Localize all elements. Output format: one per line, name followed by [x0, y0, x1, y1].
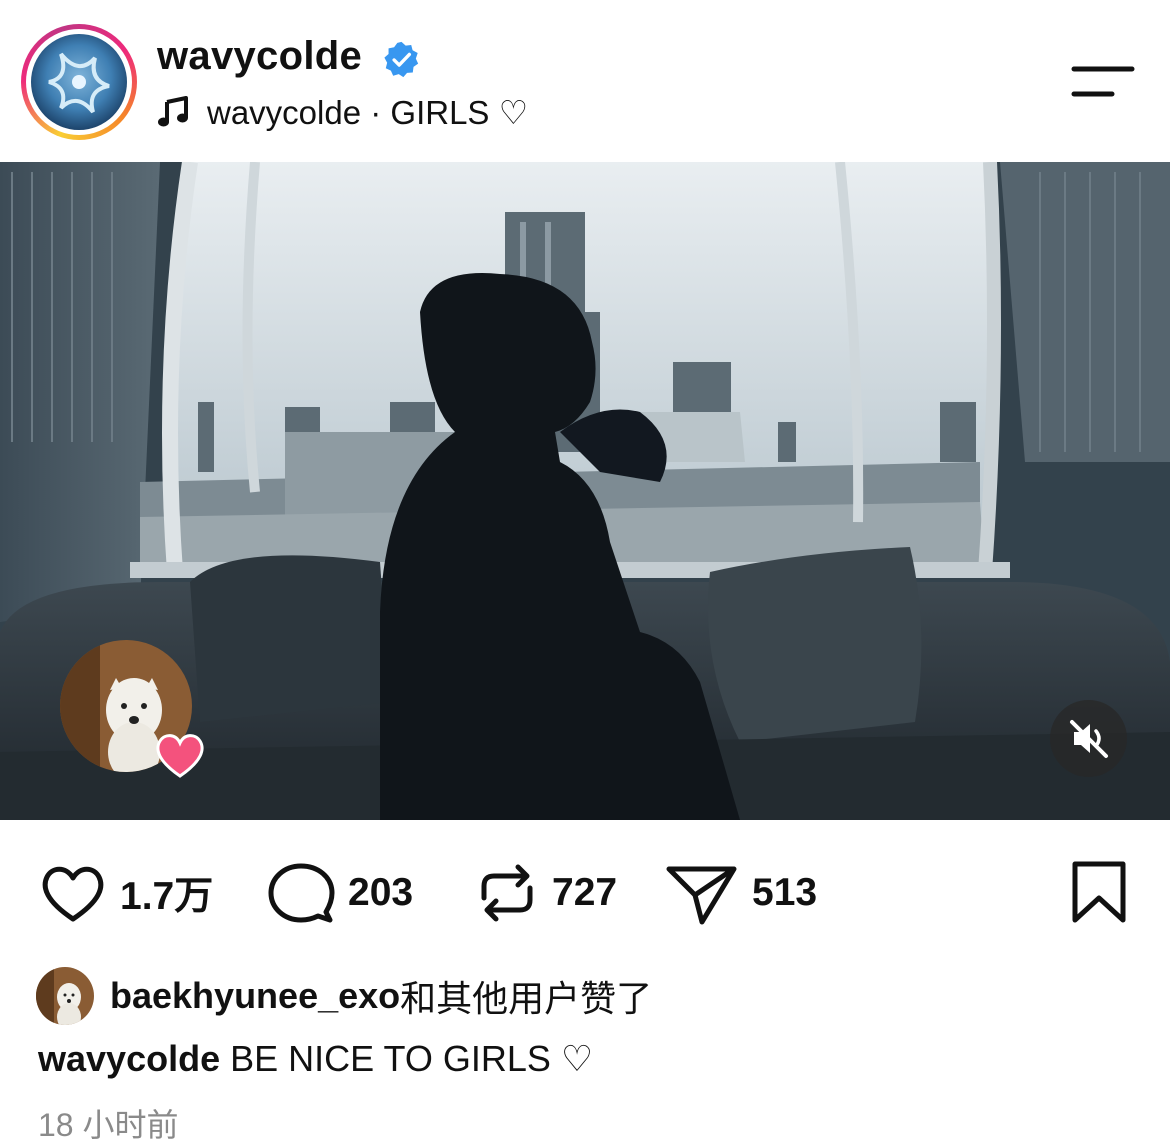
speaker-muted-icon	[1070, 720, 1108, 758]
heart-icon	[156, 734, 204, 778]
menu-icon[interactable]	[1068, 63, 1138, 103]
heart-outline-icon	[42, 866, 104, 922]
comment-count: 203	[348, 871, 414, 914]
comment-action[interactable]: 203	[266, 858, 413, 928]
post-timestamp: 18 小时前	[38, 1107, 179, 1143]
send-icon	[666, 866, 737, 925]
like-count: 1.7万	[120, 875, 214, 918]
music-attribution[interactable]: wavycolde · GIRLS ♡	[157, 92, 528, 132]
profile-avatar[interactable]	[21, 24, 137, 140]
liked-by-suffix: 和其他用户赞了	[400, 978, 653, 1019]
dog-photo	[36, 967, 94, 1025]
repost-count: 727	[552, 871, 618, 914]
post-video[interactable]	[0, 162, 1170, 820]
username[interactable]: wavycolde	[157, 34, 362, 79]
avatar-border	[26, 29, 132, 135]
music-label: wavycolde · GIRLS ♡	[207, 93, 529, 131]
repost-icon	[481, 864, 533, 922]
mute-button[interactable]	[1050, 700, 1127, 777]
share-count: 513	[752, 871, 818, 914]
like-action[interactable]: 1.7万	[38, 858, 213, 928]
post-caption: wavycolde BE NICE TO GIRLS ♡	[38, 1034, 593, 1084]
repost-action[interactable]: 727	[474, 858, 617, 928]
verified-badge-icon	[384, 41, 419, 78]
music-note-icon	[158, 96, 188, 127]
liked-by-row[interactable]: baekhyunee_exo 和其他用户赞了	[36, 965, 652, 1027]
liker-username[interactable]: baekhyunee_exo	[110, 975, 400, 1017]
liker-avatar	[36, 967, 94, 1025]
avatar-image	[31, 34, 127, 130]
action-bar: 1.7万 203 727 513	[0, 858, 1170, 928]
bookmark-icon[interactable]	[1071, 860, 1127, 924]
caption-text: BE NICE TO GIRLS ♡	[220, 1038, 594, 1079]
caption-author[interactable]: wavycolde	[38, 1038, 220, 1079]
comment-bubble-icon	[268, 863, 335, 923]
share-action[interactable]: 513	[664, 858, 817, 928]
